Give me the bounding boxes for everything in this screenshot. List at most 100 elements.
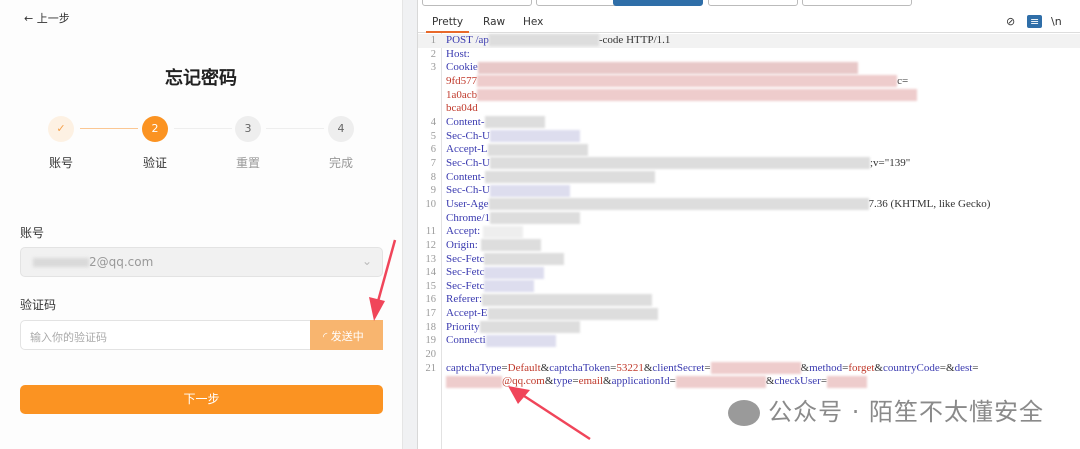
code-line: 12 Origin: bbox=[418, 239, 1080, 253]
tab-pretty[interactable]: Pretty bbox=[426, 16, 470, 33]
line-number: 18 bbox=[425, 321, 437, 333]
tab-raw[interactable]: Raw bbox=[483, 16, 505, 28]
param-value: Default bbox=[507, 361, 541, 374]
line-number: 2 bbox=[430, 48, 436, 60]
header-name: Sec-Fetc bbox=[446, 266, 485, 279]
code-line: 17 Accept-E bbox=[418, 307, 1080, 321]
loading-spinner-icon: ◜ bbox=[323, 330, 328, 343]
header-value: 9fd577 bbox=[446, 74, 478, 87]
code-line: 10 User-Age 7.36 (KHTML, like Gecko) bbox=[418, 198, 1080, 212]
redacted-block bbox=[827, 375, 868, 388]
code-line: 16 Referer: bbox=[418, 293, 1080, 307]
account-label: 账号 bbox=[20, 226, 45, 240]
redacted-block bbox=[485, 334, 556, 347]
line-text: Content- bbox=[446, 116, 545, 130]
redacted-block bbox=[490, 184, 570, 197]
line-number: 13 bbox=[425, 253, 437, 265]
line-text: Priority bbox=[446, 321, 580, 335]
header-value: bca04d bbox=[446, 102, 478, 115]
line-text: Sec-Fetc bbox=[446, 266, 545, 280]
line-number: 21 bbox=[425, 362, 437, 374]
step-1-check-icon: ✓ bbox=[48, 116, 74, 142]
header-name: Cookie bbox=[446, 61, 478, 74]
line-text: Sec-Fetc bbox=[446, 252, 565, 267]
header-name: Chrome/1 bbox=[446, 211, 490, 224]
verification-code-input[interactable]: 输入你的验证码 bbox=[20, 320, 312, 350]
line-text: Cookie bbox=[446, 61, 858, 75]
param-name: checkUser bbox=[774, 375, 821, 388]
redacted-block bbox=[488, 198, 869, 211]
request-body-line: 21 captchaType=Default&captchaToken=53221… bbox=[418, 362, 1080, 376]
step-label: 验证 bbox=[142, 156, 167, 170]
redacted-block bbox=[710, 362, 801, 375]
param-name: countryCode bbox=[882, 361, 940, 374]
redacted-block bbox=[477, 61, 858, 74]
header-name: Accept-L bbox=[446, 143, 488, 156]
code-line: 5 Sec-Ch-U bbox=[418, 130, 1080, 144]
step-label: 重置 bbox=[235, 156, 260, 170]
newline-toggle-icon[interactable]: \n bbox=[1051, 15, 1062, 28]
param-name: method bbox=[809, 361, 843, 374]
account-select[interactable]: 2@qq.com ⌄ bbox=[20, 247, 383, 277]
code-line: 8 Content- bbox=[418, 171, 1080, 185]
param-name: captchaToken bbox=[549, 361, 611, 374]
header-name: Sec-Fetc bbox=[446, 252, 485, 265]
redacted-block bbox=[490, 130, 580, 143]
line-number: 12 bbox=[425, 239, 437, 251]
wrap-icon[interactable]: ≡ bbox=[1027, 15, 1043, 28]
toolbar-button[interactable] bbox=[708, 0, 798, 6]
pane-divider[interactable] bbox=[402, 0, 418, 449]
code-line: 11 Accept: bbox=[418, 225, 1080, 239]
line-text: Sec-Ch-U bbox=[446, 184, 570, 198]
param-name: dest bbox=[954, 361, 973, 374]
next-step-button[interactable]: 下一步 bbox=[20, 385, 383, 414]
line-tail: c= bbox=[897, 74, 909, 87]
toolbar-button[interactable] bbox=[802, 0, 912, 6]
redacted-block bbox=[482, 225, 523, 238]
line-number: 20 bbox=[425, 349, 437, 361]
code-label: 验证码 bbox=[20, 298, 57, 312]
line-number: 4 bbox=[430, 116, 436, 128]
redacted-block bbox=[675, 375, 766, 388]
header-name: Accept-E bbox=[446, 307, 488, 320]
line-text: POST /ap -code HTTP/1.1 bbox=[446, 34, 670, 48]
code-line: Chrome/1 bbox=[418, 212, 1080, 226]
param-name: applicationId bbox=[611, 375, 670, 388]
step-connector bbox=[174, 128, 232, 129]
line-number: 11 bbox=[425, 226, 436, 238]
request-editor[interactable]: 1 POST /ap -code HTTP/1.1 2 Host: 3 Cookie 9fd5… bbox=[418, 34, 1080, 389]
code-line: 7 Sec-Ch-U ;v="139" bbox=[418, 157, 1080, 171]
line-text: Sec-Ch-U ;v="139" bbox=[446, 157, 910, 171]
code-line: 3 Cookie bbox=[418, 61, 1080, 75]
toolbar-button[interactable] bbox=[422, 0, 532, 6]
redacted-text bbox=[33, 258, 89, 267]
eye-off-icon[interactable]: ⊘ bbox=[1006, 15, 1015, 28]
line-number: 7 bbox=[430, 157, 436, 169]
line-text: Sec-Ch-U bbox=[446, 130, 580, 144]
line-number: 5 bbox=[430, 130, 436, 142]
line-text: 9fd577 c= bbox=[446, 75, 908, 89]
page-title: 忘记密码 bbox=[165, 68, 237, 89]
code-line: 20 bbox=[418, 348, 1080, 362]
line-text: Origin: bbox=[446, 239, 541, 253]
line-text: Content- bbox=[446, 171, 655, 185]
intercept-button[interactable] bbox=[613, 0, 703, 6]
tab-hex[interactable]: Hex bbox=[523, 16, 543, 28]
view-tabs: Pretty Raw Hex ⊘ ≡ \n bbox=[418, 12, 1080, 33]
line-text: User-Age 7.36 (KHTML, like Gecko) bbox=[446, 198, 990, 212]
line-number: 1 bbox=[430, 35, 436, 46]
line-text: Referer: bbox=[446, 293, 653, 307]
header-name: Content- bbox=[446, 115, 485, 128]
line-number: 19 bbox=[425, 335, 437, 347]
header-name: Host: bbox=[446, 47, 470, 60]
line-number: 9 bbox=[430, 185, 436, 197]
watermark: 公众号 · 陌笙不太懂安全 bbox=[728, 392, 1044, 427]
annotation-arrow-icon bbox=[508, 386, 591, 441]
redacted-block bbox=[484, 280, 535, 293]
header-name: Sec-Ch-U bbox=[446, 156, 490, 169]
line-number: 8 bbox=[430, 171, 436, 183]
back-button[interactable]: ← 上一步 bbox=[20, 8, 74, 28]
line-number: 15 bbox=[425, 280, 437, 292]
param-name: clientSecret bbox=[652, 361, 705, 374]
line-number: 10 bbox=[425, 198, 437, 210]
